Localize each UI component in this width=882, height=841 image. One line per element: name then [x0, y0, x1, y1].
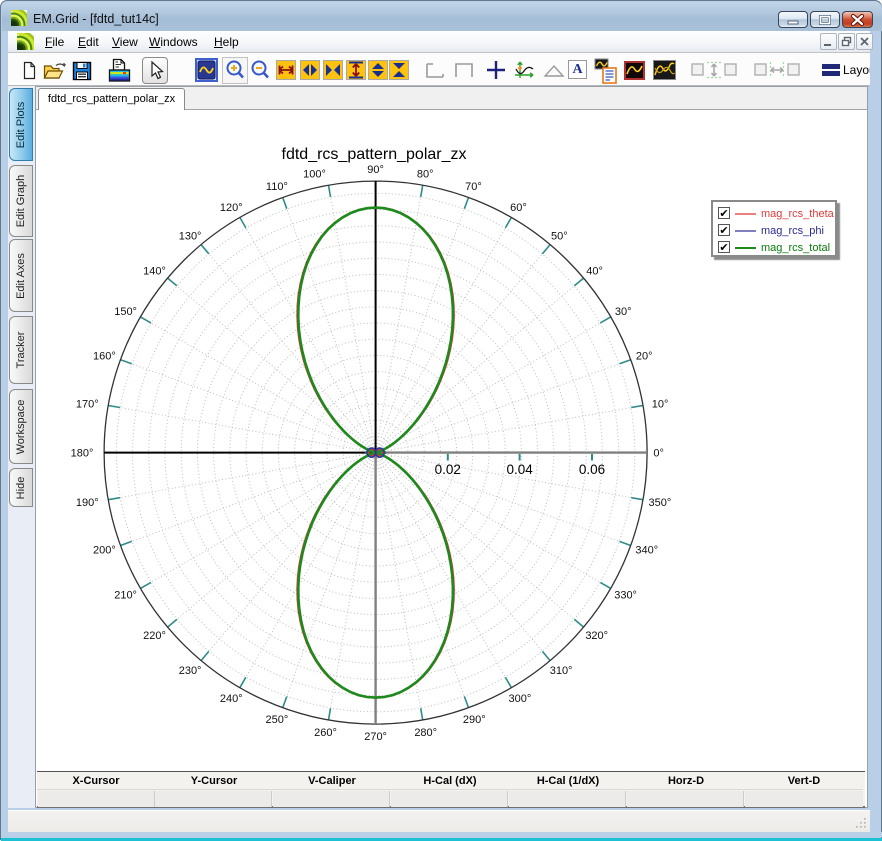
- svg-text:80°: 80°: [417, 168, 434, 180]
- svg-text:180°: 180°: [71, 448, 94, 460]
- svg-text:10°: 10°: [652, 398, 669, 410]
- svg-text:230°: 230°: [179, 665, 202, 677]
- svg-text:110°: 110°: [266, 181, 288, 193]
- svg-text:0.06: 0.06: [579, 462, 605, 477]
- svg-text:20°: 20°: [636, 351, 653, 363]
- svg-text:160°: 160°: [93, 351, 116, 363]
- svg-text:170°: 170°: [76, 398, 99, 410]
- svg-text:0°: 0°: [653, 448, 664, 460]
- svg-text:50°: 50°: [551, 230, 568, 242]
- svg-text:150°: 150°: [114, 306, 137, 318]
- svg-text:350°: 350°: [649, 497, 672, 509]
- svg-text:0.04: 0.04: [506, 462, 533, 477]
- svg-text:30°: 30°: [615, 306, 632, 318]
- svg-text:280°: 280°: [414, 727, 437, 739]
- svg-text:270°: 270°: [364, 731, 387, 743]
- svg-text:250°: 250°: [266, 714, 289, 726]
- svg-text:300°: 300°: [509, 693, 532, 705]
- svg-text:0.02: 0.02: [435, 462, 461, 477]
- svg-text:290°: 290°: [463, 714, 486, 726]
- svg-text:fdtd_rcs_pattern_polar_zx: fdtd_rcs_pattern_polar_zx: [282, 146, 467, 163]
- svg-text:200°: 200°: [93, 545, 116, 557]
- svg-text:330°: 330°: [614, 589, 637, 601]
- svg-text:260°: 260°: [314, 727, 337, 739]
- svg-text:120°: 120°: [220, 202, 243, 214]
- svg-text:140°: 140°: [143, 265, 166, 277]
- svg-text:70°: 70°: [465, 181, 482, 193]
- svg-text:220°: 220°: [143, 630, 166, 642]
- svg-text:210°: 210°: [114, 589, 137, 601]
- svg-text:100°: 100°: [303, 168, 326, 180]
- svg-text:40°: 40°: [586, 265, 603, 277]
- svg-text:310°: 310°: [550, 665, 573, 677]
- svg-text:130°: 130°: [179, 230, 202, 242]
- svg-text:190°: 190°: [76, 497, 99, 509]
- svg-text:320°: 320°: [585, 630, 608, 642]
- svg-text:60°: 60°: [510, 202, 527, 214]
- svg-text:340°: 340°: [635, 545, 658, 557]
- svg-text:240°: 240°: [220, 693, 243, 705]
- svg-text:90°: 90°: [367, 164, 384, 176]
